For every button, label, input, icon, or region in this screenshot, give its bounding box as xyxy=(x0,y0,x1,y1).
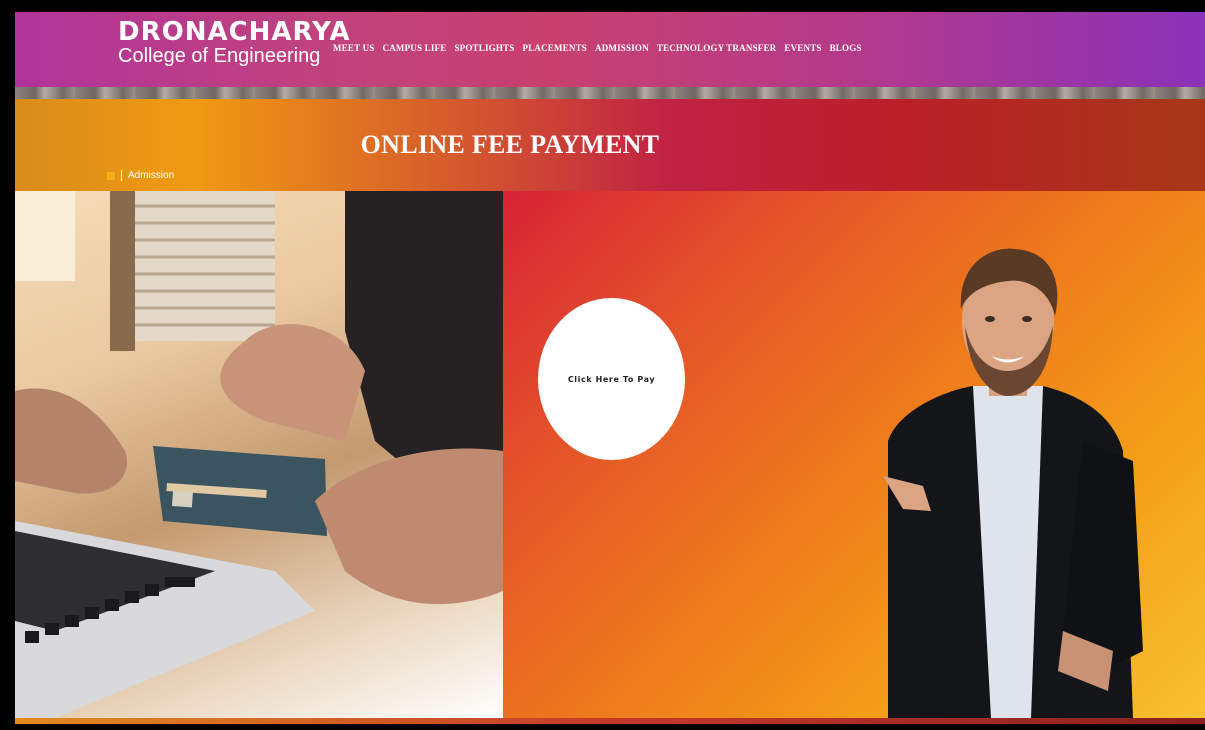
nav-placements[interactable]: PLACEMENTS xyxy=(522,43,587,53)
page-title: ONLINE FEE PAYMENT xyxy=(360,130,660,159)
nav-spotlights[interactable]: SPOTLIGHTS xyxy=(454,43,514,53)
browser-viewport: DRONACHARYA College of Engineering MEET … xyxy=(15,12,1205,724)
decorative-photo-strip xyxy=(15,87,1205,99)
nav-events[interactable]: EVENTS xyxy=(784,43,821,53)
nav-campus-life[interactable]: CAMPUS LIFE xyxy=(383,43,447,53)
payment-photo xyxy=(15,191,503,718)
breadcrumb-admission[interactable]: Admission xyxy=(128,170,174,181)
home-icon[interactable] xyxy=(107,171,115,180)
logo-title: DRONACHARYA xyxy=(118,17,351,47)
smiling-man-illustration xyxy=(883,248,1143,718)
nav-admission[interactable]: ADMISSION xyxy=(595,43,649,53)
payment-promo-panel: Click Here To Pay xyxy=(503,191,1205,718)
breadcrumb-separator xyxy=(121,170,122,181)
laptop-card-illustration xyxy=(15,191,503,718)
bottom-accent-bar xyxy=(15,718,1205,724)
logo-subtitle: College of Engineering xyxy=(118,45,321,67)
nav-blogs[interactable]: BLOGS xyxy=(830,43,862,53)
college-logo[interactable]: DRONACHARYA College of Engineering xyxy=(118,18,351,67)
page-banner: ONLINE FEE PAYMENT Admission xyxy=(15,99,1205,191)
breadcrumb: Admission xyxy=(107,170,174,181)
site-header: DRONACHARYA College of Engineering MEET … xyxy=(15,12,1205,87)
nav-technology-transfer[interactable]: TECHNOLOGY TRANSFER xyxy=(657,43,777,53)
nav-meet-us[interactable]: MEET US xyxy=(333,43,375,53)
main-nav: MEET US CAMPUS LIFE SPOTLIGHTS PLACEMENT… xyxy=(333,43,870,53)
